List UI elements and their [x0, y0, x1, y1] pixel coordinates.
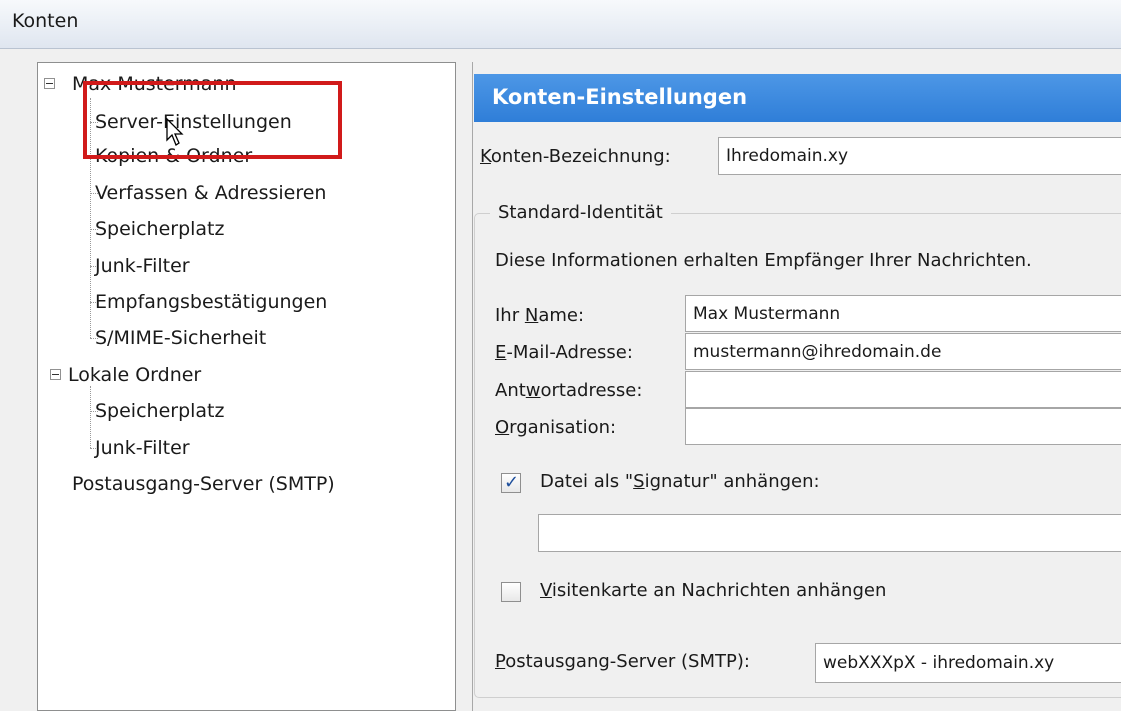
identity-legend: Standard-Identität: [490, 202, 671, 223]
account-name-label: Konten-Bezeichnung:: [480, 146, 671, 167]
panel-header: Konten-Einstellungen: [474, 74, 1121, 122]
tree-item-local-junk-filter[interactable]: Junk-Filter: [95, 436, 190, 460]
signature-file-field[interactable]: [538, 514, 1121, 552]
mouse-cursor-icon: [166, 118, 184, 146]
identity-group: [474, 213, 1121, 698]
tree-item-smtp[interactable]: Postausgang-Server (SMTP): [72, 472, 335, 496]
tree-item-junk-filter[interactable]: Junk-Filter: [95, 254, 190, 278]
tree-connector: [90, 386, 91, 448]
window-title: Konten: [12, 10, 79, 32]
window-titlebar: Konten: [0, 0, 1121, 49]
tree-item-local-folders[interactable]: Lokale Ordner: [68, 363, 201, 387]
email-field[interactable]: mustermann@ihredomain.de: [685, 333, 1121, 370]
vcard-checkbox[interactable]: [501, 582, 521, 602]
account-name-field[interactable]: Ihredomain.xy: [718, 137, 1121, 175]
organization-label: Organisation:: [495, 417, 617, 438]
tree-item-local-disk-space[interactable]: Speicherplatz: [95, 399, 224, 423]
panel-header-title: Konten-Einstellungen: [492, 85, 748, 109]
smtp-label: Postausgang-Server (SMTP):: [495, 651, 750, 672]
vcard-label[interactable]: Visitenkarte an Nachrichten anhängen: [540, 580, 886, 601]
tree-item-composition[interactable]: Verfassen & Adressieren: [95, 181, 326, 205]
checkmark-icon: ✓: [504, 472, 520, 493]
name-label: Ihr Name:: [495, 305, 585, 326]
highlight-box: [83, 81, 342, 159]
email-label: E-Mail-Adresse:: [495, 342, 633, 363]
name-field[interactable]: Max Mustermann: [685, 295, 1121, 332]
signature-label[interactable]: Datei als "Signatur" anhängen:: [540, 471, 820, 492]
reply-to-field[interactable]: [685, 371, 1121, 408]
organization-field[interactable]: [685, 408, 1121, 445]
tree-item-disk-space[interactable]: Speicherplatz: [95, 217, 224, 241]
tree-item-smime[interactable]: S/MIME-Sicherheit: [95, 326, 266, 350]
collapse-icon[interactable]: [50, 369, 61, 380]
tree-item-receipts[interactable]: Empfangsbestätigungen: [95, 290, 327, 314]
reply-to-label: Antwortadresse:: [495, 380, 643, 401]
collapse-icon[interactable]: [44, 78, 55, 89]
smtp-server-select[interactable]: webXXXpX - ihredomain.xy: [815, 643, 1121, 683]
signature-checkbox[interactable]: ✓: [501, 472, 521, 493]
identity-info-text: Diese Informationen erhalten Empfänger I…: [495, 250, 1032, 271]
